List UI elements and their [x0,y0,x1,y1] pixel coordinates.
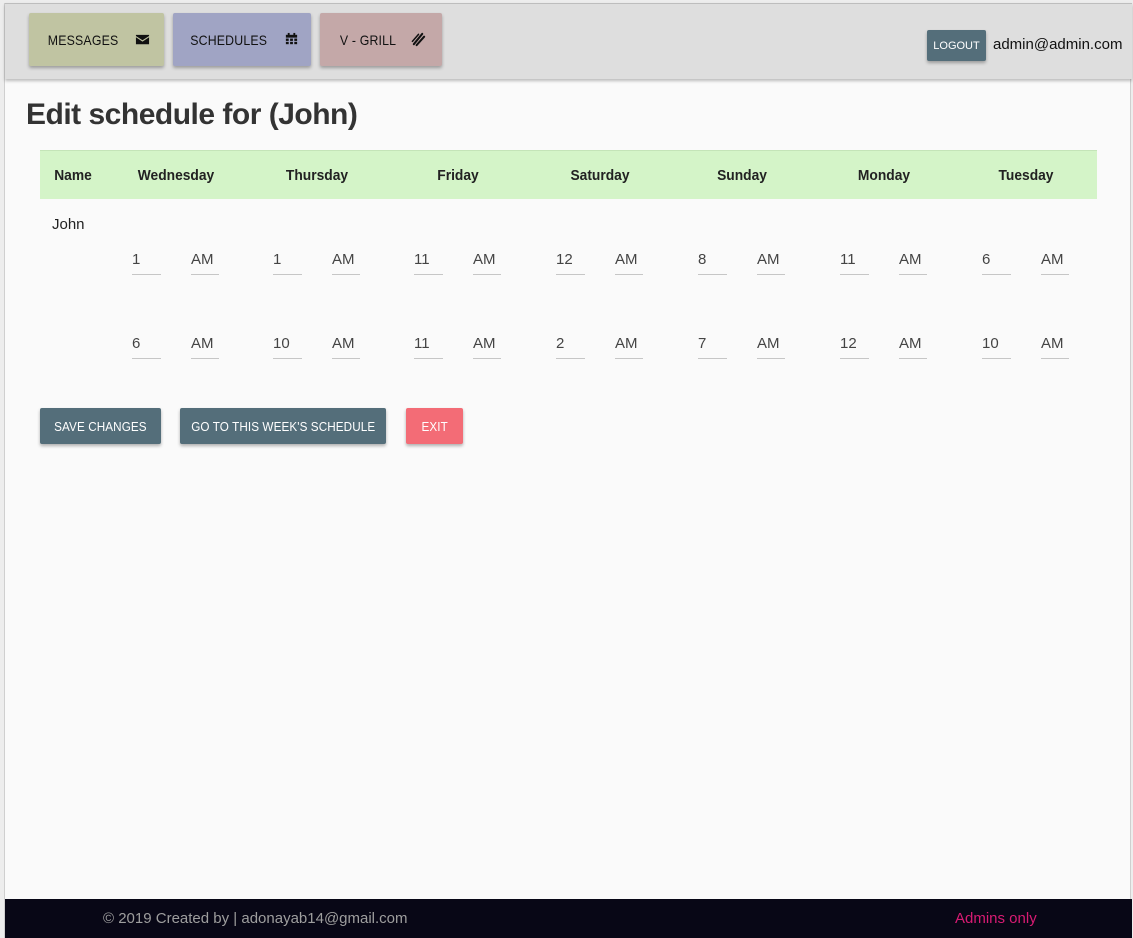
schedules-label: SCHEDULES [190,31,268,48]
hour-input-friday-1[interactable]: 11 [414,245,443,275]
calendar-icon [285,32,297,45]
period-select-wednesday-2[interactable]: AM [191,329,219,359]
admins-only-text: Admins only [955,910,1037,927]
column-header-saturday: Saturday [570,167,630,184]
go-to-this-weeks-schedule-button[interactable]: GO TO THIS WEEK'S SCHEDULE [180,408,386,444]
hour-input-sunday-2[interactable]: 7 [698,329,727,359]
period-select-monday-2[interactable]: AM [899,329,927,359]
hour-input-tuesday-2[interactable]: 10 [982,329,1011,359]
hour-input-saturday-2[interactable]: 2 [556,329,585,359]
logout-button[interactable]: LOGOUT [927,30,986,61]
column-header-monday: Monday [857,167,911,184]
hour-input-saturday-1[interactable]: 12 [556,245,585,275]
save-changes-button[interactable]: SAVE CHANGES [40,408,161,444]
app-frame: MESSAGES SCHEDULES V - GRILL LOGOUT admi… [4,3,1132,938]
save-changes-label: SAVE CHANGES [54,418,147,434]
exit-button[interactable]: EXIT [406,408,463,444]
column-header-thursday: Thursday [285,167,349,184]
column-header-tuesday: Tuesday [998,167,1054,184]
column-header-wednesday: Wednesday [137,167,215,184]
period-select-thursday-1[interactable]: AM [332,245,360,275]
period-select-sunday-1[interactable]: AM [757,245,785,275]
messages-button[interactable]: MESSAGES [29,13,164,66]
hour-input-wednesday-1[interactable]: 1 [132,245,161,275]
period-select-tuesday-2[interactable]: AM [1041,329,1069,359]
hour-input-thursday-1[interactable]: 1 [273,245,302,275]
period-select-saturday-2[interactable]: AM [615,329,643,359]
period-select-friday-1[interactable]: AM [473,245,501,275]
v-grill-label: V - GRILL [339,31,397,48]
period-select-tuesday-1[interactable]: AM [1041,245,1069,275]
hour-input-tuesday-1[interactable]: 6 [982,245,1011,275]
period-select-sunday-2[interactable]: AM [757,329,785,359]
top-navbar: MESSAGES SCHEDULES V - GRILL LOGOUT admi… [5,3,1132,79]
column-header-name: Name [54,167,92,184]
go-to-schedule-label: GO TO THIS WEEK'S SCHEDULE [190,418,376,434]
exit-label: EXIT [421,418,448,434]
hour-input-thursday-2[interactable]: 10 [273,329,302,359]
employee-name-cell: John [52,216,85,233]
page-title: Edit schedule for (John) [26,98,358,131]
column-header-friday: Friday [437,167,479,184]
v-grill-button[interactable]: V - GRILL [320,13,442,66]
logout-label: LOGOUT [933,39,980,52]
period-select-wednesday-1[interactable]: AM [191,245,219,275]
messages-label: MESSAGES [48,31,119,48]
period-select-friday-2[interactable]: AM [473,329,501,359]
table-header-row: Name Wednesday Thursday Friday Saturday Sunda… [40,150,1097,199]
hour-input-monday-2[interactable]: 12 [840,329,869,359]
schedule-table: Name Wednesday Thursday Friday Saturday Sunda… [40,150,1097,359]
hour-input-sunday-1[interactable]: 8 [698,245,727,275]
schedules-button[interactable]: SCHEDULES [173,13,311,66]
period-select-saturday-1[interactable]: AM [615,245,643,275]
hour-input-monday-1[interactable]: 11 [840,245,869,275]
hour-input-wednesday-2[interactable]: 6 [132,329,161,359]
column-header-sunday: Sunday [717,167,767,184]
envelope-icon [135,34,149,45]
hour-input-friday-2[interactable]: 11 [414,329,443,359]
period-select-monday-1[interactable]: AM [899,245,927,275]
period-select-thursday-2[interactable]: AM [332,329,360,359]
footer-copyright: © 2019 Created by | adonayab14@gmail.com [103,910,408,927]
page-footer: © 2019 Created by | adonayab14@gmail.com… [5,899,1132,938]
grill-icon [411,32,426,47]
user-email: admin@admin.com [993,36,1123,53]
